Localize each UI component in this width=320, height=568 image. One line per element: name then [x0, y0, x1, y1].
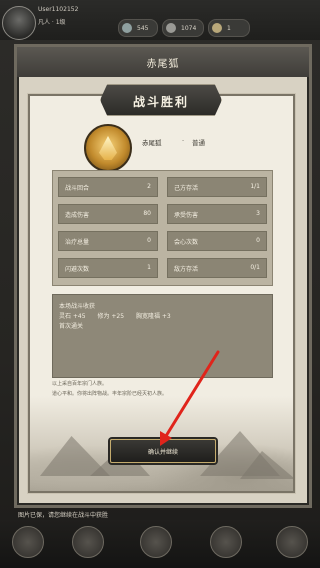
first-clear-label: 首次通关	[59, 323, 84, 330]
reward-item: 胸宽隆福 +3	[136, 313, 171, 320]
reward-panel: 本场战斗收获 灵石 +45 修为 +25 胸宽隆福 +3 首次通关	[52, 294, 273, 378]
stat-label: 敌方存活	[174, 266, 199, 273]
reward-title: 本场战斗收获	[59, 303, 96, 310]
window-title-bar: 赤尾狐	[17, 47, 309, 77]
stat-label: 会心次数	[174, 239, 199, 246]
resource-value: 545	[137, 24, 149, 32]
nav-sect-button[interactable]	[210, 526, 242, 558]
stat-label: 闪避次数	[65, 266, 90, 273]
victory-title: 战斗胜利	[132, 95, 189, 109]
stat-value: 0	[256, 237, 260, 244]
player-level: 凡人 · 1级	[38, 19, 66, 26]
stat-label: 己方存活	[174, 185, 199, 192]
resource-value: 1074	[181, 24, 197, 32]
resource-sword[interactable]: 1074	[162, 19, 204, 37]
stat-label: 治疗总量	[65, 239, 90, 246]
difficulty-mode: 普通	[192, 139, 205, 147]
player-avatar[interactable]	[2, 6, 36, 40]
reward-item: 修为 +25	[97, 313, 125, 320]
victory-dialog: 赤尾狐 · 普通 战斗回合 2 己方存活 1/1 造成伤害 80 承受伤害 3 …	[28, 94, 295, 493]
player-username: User1102152	[38, 6, 79, 13]
scroll-icon	[212, 23, 222, 33]
reward-items: 灵石 +45 修为 +25 胸宽隆福 +3	[59, 311, 181, 320]
jade-icon	[122, 23, 132, 33]
stat-ally-alive: 己方存活 1/1	[167, 177, 267, 197]
stat-damage-dealt: 造成伤害 80	[58, 204, 158, 224]
resource-scroll[interactable]: 1	[208, 19, 250, 37]
stat-value: 80	[143, 210, 151, 217]
stat-value: 1/1	[250, 183, 260, 190]
stat-label: 战斗回合	[65, 185, 90, 192]
nav-character-button[interactable]	[12, 526, 44, 558]
reward-item: 灵石 +45	[59, 313, 86, 320]
stat-value: 1	[147, 264, 151, 271]
sword-icon	[166, 23, 176, 33]
battle-stats-panel: 战斗回合 2 己方存活 1/1 造成伤害 80 承受伤害 3 治疗总量 0 会心…	[52, 170, 273, 286]
nav-settings-button[interactable]	[276, 526, 308, 558]
stat-label: 承受伤害	[174, 212, 199, 219]
stat-enemy-alive: 敌方存活 0/1	[167, 258, 267, 278]
confirm-continue-button[interactable]: 确认并继续	[110, 439, 216, 463]
resource-value: 1	[227, 24, 231, 32]
stat-value: 0	[147, 237, 151, 244]
stat-battle-rounds: 战斗回合 2	[58, 177, 158, 197]
nav-map-button[interactable]	[140, 526, 172, 558]
nav-bag-button[interactable]	[72, 526, 104, 558]
top-status-bar: User1102152 凡人 · 1级 545 1074 1	[0, 0, 320, 40]
enemy-name: 赤尾狐	[142, 139, 162, 147]
stat-crit-count: 会心次数 0	[167, 231, 267, 251]
stat-healing: 治疗总量 0	[58, 231, 158, 251]
victory-emblem-icon	[84, 124, 132, 172]
resource-jade[interactable]: 545	[118, 19, 158, 37]
battle-log-line: 以上采自百年宗门人族。	[52, 381, 108, 387]
stat-value: 0/1	[250, 264, 260, 271]
window-title: 赤尾狐	[146, 59, 180, 70]
victory-ribbon: 战斗胜利	[100, 84, 222, 116]
stat-value: 3	[256, 210, 260, 217]
stat-value: 2	[147, 183, 151, 190]
name-separator: ·	[182, 137, 185, 145]
footer-hint: 图片已保，请您继续在战斗中获胜	[18, 512, 109, 519]
stat-damage-taken: 承受伤害 3	[167, 204, 267, 224]
confirm-continue-label: 确认并继续	[147, 449, 178, 456]
stat-dodge-count: 闪避次数 1	[58, 258, 158, 278]
stat-label: 造成伤害	[65, 212, 90, 219]
